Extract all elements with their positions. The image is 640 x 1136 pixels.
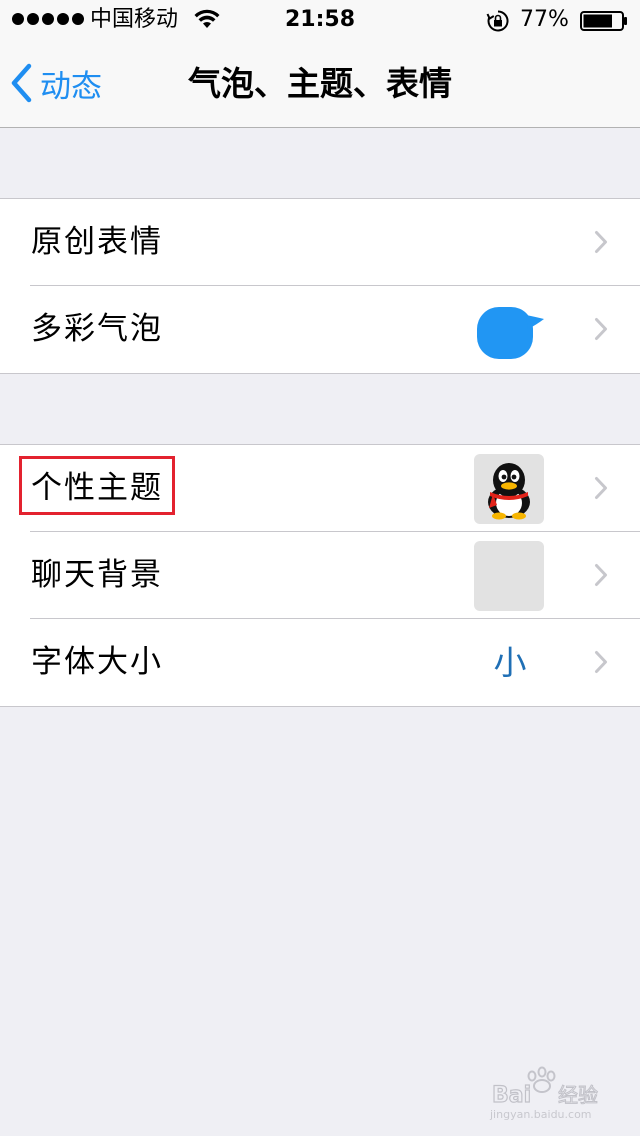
row-personal-theme[interactable]: 个性主题 xyxy=(0,445,640,532)
chevron-right-icon xyxy=(595,564,607,586)
chevron-right-icon xyxy=(595,477,607,499)
theme-thumbnail xyxy=(474,454,544,524)
chevron-right-icon xyxy=(595,651,607,673)
battery-icon xyxy=(580,11,627,31)
row-label: 字体大小 xyxy=(31,644,163,680)
row-original-stickers[interactable]: 原创表情 xyxy=(0,199,640,286)
baidu-jingyan-watermark: Bai 经验 jingyan.baidu.com xyxy=(488,1064,628,1124)
baidu-paw-logo: Bai 经验 jingyan.baidu.com xyxy=(489,1066,599,1121)
background-thumbnail xyxy=(474,541,544,611)
svg-text:jingyan.baidu.com: jingyan.baidu.com xyxy=(489,1108,592,1121)
row-font-size[interactable]: 字体大小 小 xyxy=(0,618,640,706)
chevron-right-icon xyxy=(595,318,607,340)
qq-penguin-icon xyxy=(488,463,530,520)
svg-text:Bai: Bai xyxy=(492,1083,531,1108)
highlight-annotation xyxy=(19,456,175,515)
settings-group-2: 个性主题 聊天背景 字体大小 小 xyxy=(0,444,640,707)
row-chat-background[interactable]: 聊天背景 xyxy=(0,531,640,619)
battery-percent: 77% xyxy=(520,7,569,32)
font-size-value: 小 xyxy=(493,643,527,682)
status-bar: 中国移动 21:58 77% xyxy=(0,0,640,40)
row-label: 聊天背景 xyxy=(31,557,163,593)
navigation-bar: 动态 气泡、主题、表情 xyxy=(0,40,640,128)
row-colorful-bubbles[interactable]: 多彩气泡 xyxy=(0,285,640,373)
svg-text:经验: 经验 xyxy=(558,1083,598,1107)
chevron-right-icon xyxy=(595,231,607,253)
row-label: 原创表情 xyxy=(31,224,163,260)
settings-group-1: 原创表情 多彩气泡 xyxy=(0,198,640,374)
row-label: 多彩气泡 xyxy=(31,311,163,347)
rotation-lock-icon xyxy=(486,10,509,32)
chat-bubble-icon xyxy=(477,307,544,359)
page-title: 气泡、主题、表情 xyxy=(188,64,452,103)
